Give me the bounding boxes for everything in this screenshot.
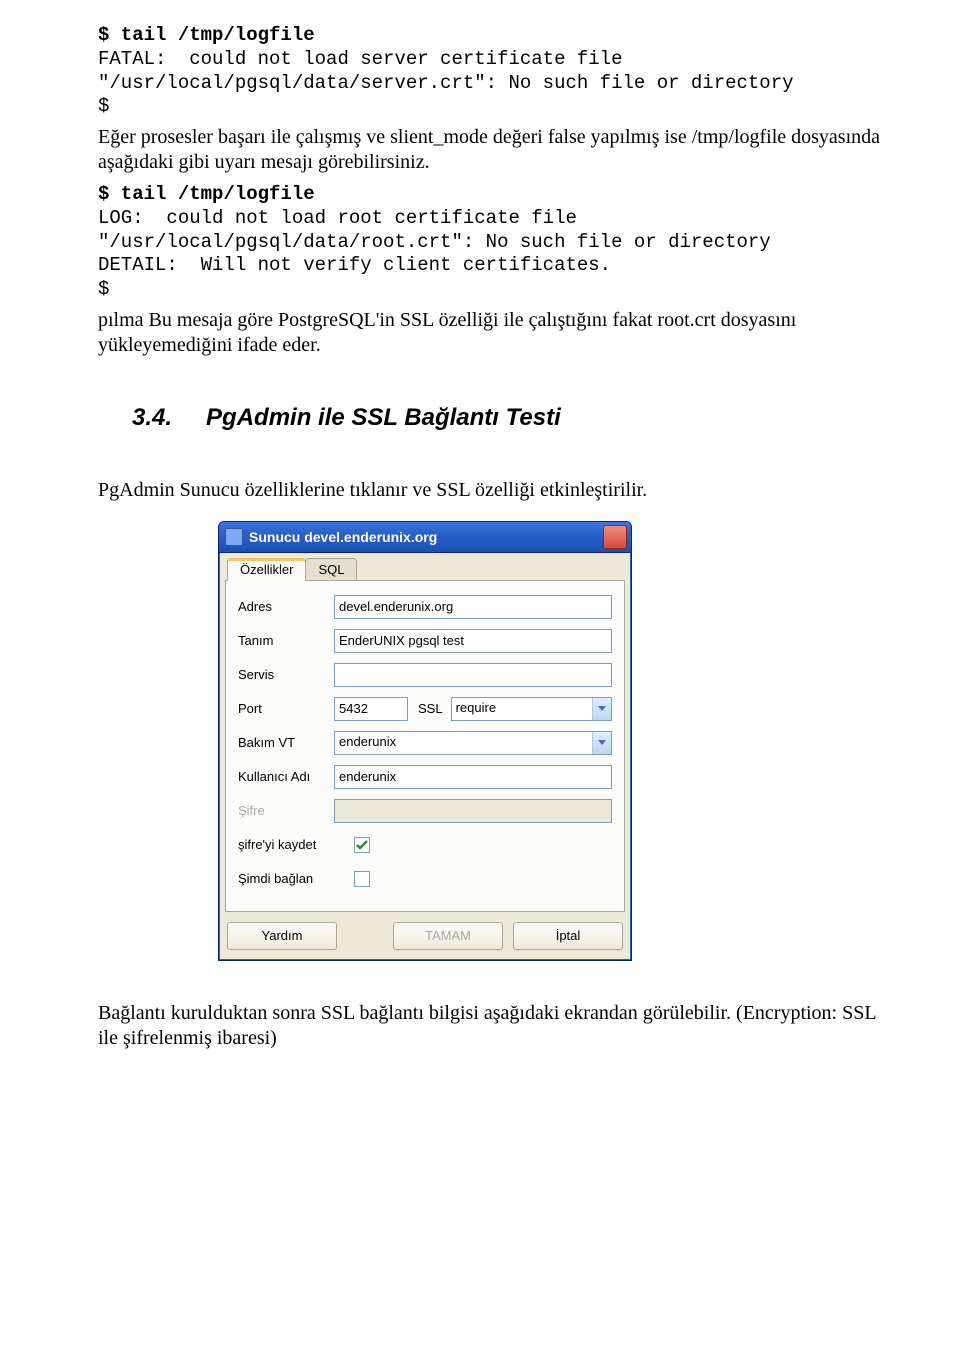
bakimvt-combo[interactable]: enderunix [334, 731, 612, 755]
label-bakimvt: Bakım VT [238, 735, 334, 750]
dialog-screenshot: Sunucu devel.enderunix.org Özellikler SQ… [218, 521, 900, 961]
code-line: DETAIL: Will not verify client certifica… [98, 254, 611, 276]
label-simdibaglan: Şimdi bağlan [238, 871, 354, 886]
tab-panel: Adres Tanım Servis Port SSL [225, 580, 625, 912]
code-line: $ tail /tmp/logfile [98, 24, 315, 46]
sifre-field [334, 799, 612, 823]
iptal-button[interactable]: İptal [513, 922, 623, 950]
sifrekaydet-checkbox[interactable] [354, 837, 370, 853]
close-button[interactable] [603, 525, 627, 549]
tanim-field[interactable] [334, 629, 612, 653]
code-line: FATAL: could not load server certificate… [98, 48, 794, 94]
label-sifre: Şifre [238, 803, 334, 818]
heading-number: 3.4. [132, 404, 172, 431]
heading-text: PgAdmin ile SSL Bağlantı Testi [206, 404, 561, 431]
code-line: LOG: could not load root certificate fil… [98, 207, 771, 253]
code-line: $ tail /tmp/logfile [98, 183, 315, 205]
paragraph: pılma Bu mesaja göre PostgreSQL'in SSL ö… [98, 308, 900, 358]
ssl-combo[interactable]: require [451, 697, 612, 721]
code-block-2: $ tail /tmp/logfile LOG: could not load … [98, 183, 900, 302]
label-servis: Servis [238, 667, 334, 682]
button-bar: Yardım TAMAM İptal [219, 912, 631, 960]
paragraph: Bağlantı kurulduktan sonra SSL bağlantı … [98, 1001, 900, 1051]
label-port: Port [238, 701, 334, 716]
label-ssl: SSL [418, 701, 443, 716]
paragraph: Eğer prosesler başarı ile çalışmış ve sl… [98, 125, 900, 175]
server-properties-dialog: Sunucu devel.enderunix.org Özellikler SQ… [218, 521, 632, 961]
kullanici-field[interactable] [334, 765, 612, 789]
tab-sql[interactable]: SQL [305, 558, 357, 581]
tamam-button[interactable]: TAMAM [393, 922, 503, 950]
code-line: $ [98, 278, 109, 300]
ssl-combo-value: require [452, 698, 592, 720]
chevron-down-icon[interactable] [592, 698, 611, 720]
label-adres: Adres [238, 599, 334, 614]
check-icon [356, 840, 368, 850]
label-kullanici: Kullanıcı Adı [238, 769, 334, 784]
bakimvt-combo-value: enderunix [335, 732, 592, 754]
section-heading: 3.4. PgAdmin ile SSL Bağlantı Testi [132, 404, 900, 432]
paragraph: PgAdmin Sunucu özelliklerine tıklanır ve… [98, 478, 900, 503]
simdibaglan-checkbox[interactable] [354, 871, 370, 887]
tabs: Özellikler SQL [227, 557, 625, 580]
port-field[interactable] [334, 697, 408, 721]
tab-ozellikler[interactable]: Özellikler [227, 558, 306, 581]
chevron-down-icon[interactable] [592, 732, 611, 754]
servis-field[interactable] [334, 663, 612, 687]
code-block-1: $ tail /tmp/logfile FATAL: could not loa… [98, 24, 900, 119]
yardim-button[interactable]: Yardım [227, 922, 337, 950]
titlebar[interactable]: Sunucu devel.enderunix.org [219, 522, 631, 553]
code-line: $ [98, 95, 109, 117]
label-sifrekaydet: şifre'yi kaydet [238, 837, 354, 852]
adres-field[interactable] [334, 595, 612, 619]
window-title: Sunucu devel.enderunix.org [249, 529, 603, 545]
label-tanim: Tanım [238, 633, 334, 648]
app-icon [225, 528, 243, 546]
